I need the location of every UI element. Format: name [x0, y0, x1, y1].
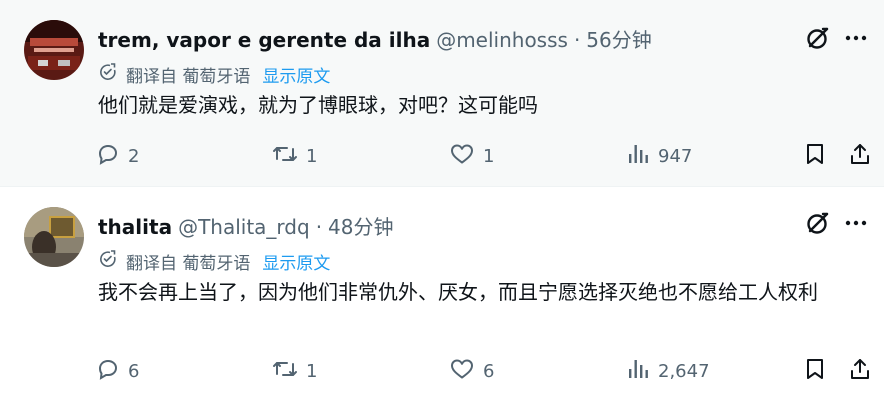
user-handle[interactable]: @melinhosss [436, 28, 568, 52]
bookmark-icon[interactable] [803, 142, 827, 170]
like-count: 1 [483, 146, 495, 167]
repost-icon [272, 357, 306, 386]
translation-info: 翻译自 葡萄牙语 显示原文 [98, 249, 330, 274]
translation-info: 翻译自 葡萄牙语 显示原文 [98, 62, 330, 87]
reply-count: 6 [128, 361, 140, 382]
separator: · [573, 28, 581, 52]
views-count: 947 [658, 146, 693, 167]
display-name[interactable]: thalita [98, 215, 172, 239]
bookmark-icon[interactable] [803, 357, 827, 385]
like-button[interactable]: 1 [449, 142, 494, 171]
tweet-header: trem, vapor e gerente da ilha @melinhoss… [98, 24, 652, 53]
views-icon [626, 357, 658, 386]
like-icon [449, 142, 483, 171]
reply-button[interactable]: 6 [96, 357, 139, 386]
grok-icon[interactable] [804, 24, 832, 52]
repost-button[interactable]: 1 [272, 357, 317, 386]
tweet-text: 他们就是爱演戏，就为了博眼球，对吧？这可能吗 [98, 93, 538, 117]
views-button[interactable]: 947 [626, 142, 692, 171]
like-button[interactable]: 6 [449, 357, 494, 386]
reply-count: 2 [128, 146, 140, 167]
timestamp[interactable]: 56分钟 [586, 24, 651, 53]
tweet-2[interactable]: thalita @Thalita_rdq · 48分钟 翻译自 葡萄牙语 显示原… [0, 186, 884, 402]
reply-button[interactable]: 2 [96, 142, 139, 171]
repost-count: 1 [306, 146, 318, 167]
like-icon [449, 357, 483, 386]
tweet-1[interactable]: trem, vapor e gerente da ilha @melinhoss… [0, 0, 884, 186]
translate-icon [98, 62, 126, 87]
repost-count: 1 [306, 361, 318, 382]
reply-icon [96, 357, 128, 386]
repost-icon [272, 142, 306, 171]
views-button[interactable]: 2,647 [626, 357, 710, 386]
translated-from-label: 翻译自 葡萄牙语 [126, 254, 251, 274]
display-name[interactable]: trem, vapor e gerente da ilha [98, 28, 430, 52]
repost-button[interactable]: 1 [272, 142, 317, 171]
user-handle[interactable]: @Thalita_rdq [178, 215, 310, 239]
share-icon[interactable] [848, 142, 872, 170]
reply-icon [96, 142, 128, 171]
views-count: 2,647 [658, 361, 710, 382]
like-count: 6 [483, 361, 495, 382]
grok-icon[interactable] [804, 209, 832, 237]
show-original-link[interactable]: 显示原文 [262, 62, 330, 87]
more-icon[interactable] [842, 209, 870, 237]
action-bar: 2 1 1 947 [0, 138, 884, 170]
views-icon [626, 142, 658, 171]
separator: · [315, 215, 323, 239]
show-original-link[interactable]: 显示原文 [262, 249, 330, 274]
avatar[interactable] [24, 207, 84, 267]
tweet-header: thalita @Thalita_rdq · 48分钟 [98, 211, 394, 240]
action-bar: 6 1 6 2,647 [0, 353, 884, 385]
translated-from-label: 翻译自 葡萄牙语 [126, 67, 251, 87]
share-icon[interactable] [848, 357, 872, 385]
timestamp[interactable]: 48分钟 [328, 211, 393, 240]
tweet-text: 我不会再上当了，因为他们非常仇外、厌女，而且宁愿选择灭绝也不愿给工人权利 [98, 280, 818, 304]
more-icon[interactable] [842, 24, 870, 52]
avatar[interactable] [24, 20, 84, 80]
translate-icon [98, 249, 126, 274]
